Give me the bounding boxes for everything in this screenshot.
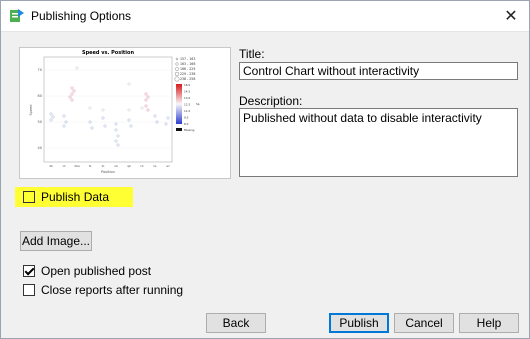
preview-x-tick: fs <box>89 164 92 168</box>
close-reports-checkbox[interactable] <box>23 284 35 296</box>
add-image-button[interactable]: Add Image... <box>20 231 92 251</box>
preview-color-scale <box>176 84 182 124</box>
preview-x-tick: wr <box>166 164 170 168</box>
preview-legend-item: 163 - 166 <box>180 62 195 66</box>
preview-legend-item: 229 - 238 <box>180 72 195 76</box>
preview-y-label: Speed <box>29 105 33 116</box>
title-bar: Publishing Options ✕ <box>1 1 529 32</box>
preview-x-label: Position <box>101 170 115 174</box>
preview-legend-item: 238 - 258 <box>180 77 195 81</box>
help-button[interactable]: Help <box>459 313 519 333</box>
preview-y-tick: 70 <box>38 68 42 72</box>
preview-legend-item: 166 - 229 <box>180 67 195 71</box>
title-input[interactable] <box>239 62 518 80</box>
open-published-post-checkbox[interactable] <box>23 265 35 277</box>
preview-legend: 157 - 163 163 - 166 166 - 229 229 - 238 … <box>174 57 195 82</box>
preview-x-tick: lb <box>102 164 105 168</box>
title-label: Title: <box>239 47 265 61</box>
preview-y-tick: 50 <box>38 120 42 124</box>
preview-scale-value: 14.5 <box>184 90 190 94</box>
preview-scale-value: 8.0 <box>184 122 189 126</box>
preview-legend-item: 157 - 163 <box>180 57 195 61</box>
preview-missing-swatch <box>176 128 182 131</box>
back-button[interactable]: Back <box>206 313 266 333</box>
preview-y-tick: 40 <box>38 146 42 150</box>
preview-chart: Speed vs. Position 70 60 50 40 Speed db … <box>29 50 200 174</box>
window-title: Publishing Options <box>31 9 132 23</box>
preview-x-tick: db <box>49 164 53 168</box>
preview-scale-value: 9.5 <box>184 116 189 120</box>
preview-scale-value: 16.0 <box>184 83 190 87</box>
preview-y-tick: 60 <box>38 94 42 98</box>
close-reports-label: Close reports after running <box>41 283 184 297</box>
preview-chart-title: Speed vs. Position <box>82 50 134 56</box>
open-published-post-label: Open published post <box>41 264 152 278</box>
preview-scale-label: Sp <box>196 102 200 106</box>
preview-plot-area <box>43 56 173 163</box>
close-button[interactable]: ✕ <box>493 1 529 31</box>
preview-x-tick: te <box>153 164 156 168</box>
publish-app-icon <box>10 9 24 22</box>
preview-x-tick: ot <box>62 164 66 168</box>
preview-scale-value: 12.5 <box>184 103 190 107</box>
report-preview-thumbnail: Speed vs. Position 70 60 50 40 Speed db … <box>19 47 231 179</box>
preview-scale-value: 13.0 <box>184 96 190 100</box>
preview-scale-value: 11.0 <box>184 109 190 113</box>
publishing-options-dialog: Publishing Options ✕ Speed vs. Position … <box>0 0 530 339</box>
preview-x-tick: rb <box>140 164 143 168</box>
publish-data-label: Publish Data <box>41 190 110 204</box>
description-label: Description: <box>239 94 303 108</box>
publish-button[interactable]: Publish <box>329 313 389 333</box>
close-icon: ✕ <box>504 8 518 25</box>
cancel-button[interactable]: Cancel <box>394 313 454 333</box>
publish-data-checkbox[interactable] <box>23 191 35 203</box>
preview-x-tick: qb <box>127 164 131 168</box>
preview-x-tick: dbe <box>74 164 80 168</box>
preview-missing-label: Missing <box>184 128 195 132</box>
description-textarea[interactable]: Published without data to disable intera… <box>239 108 518 177</box>
preview-x-tick: ob <box>114 164 118 168</box>
